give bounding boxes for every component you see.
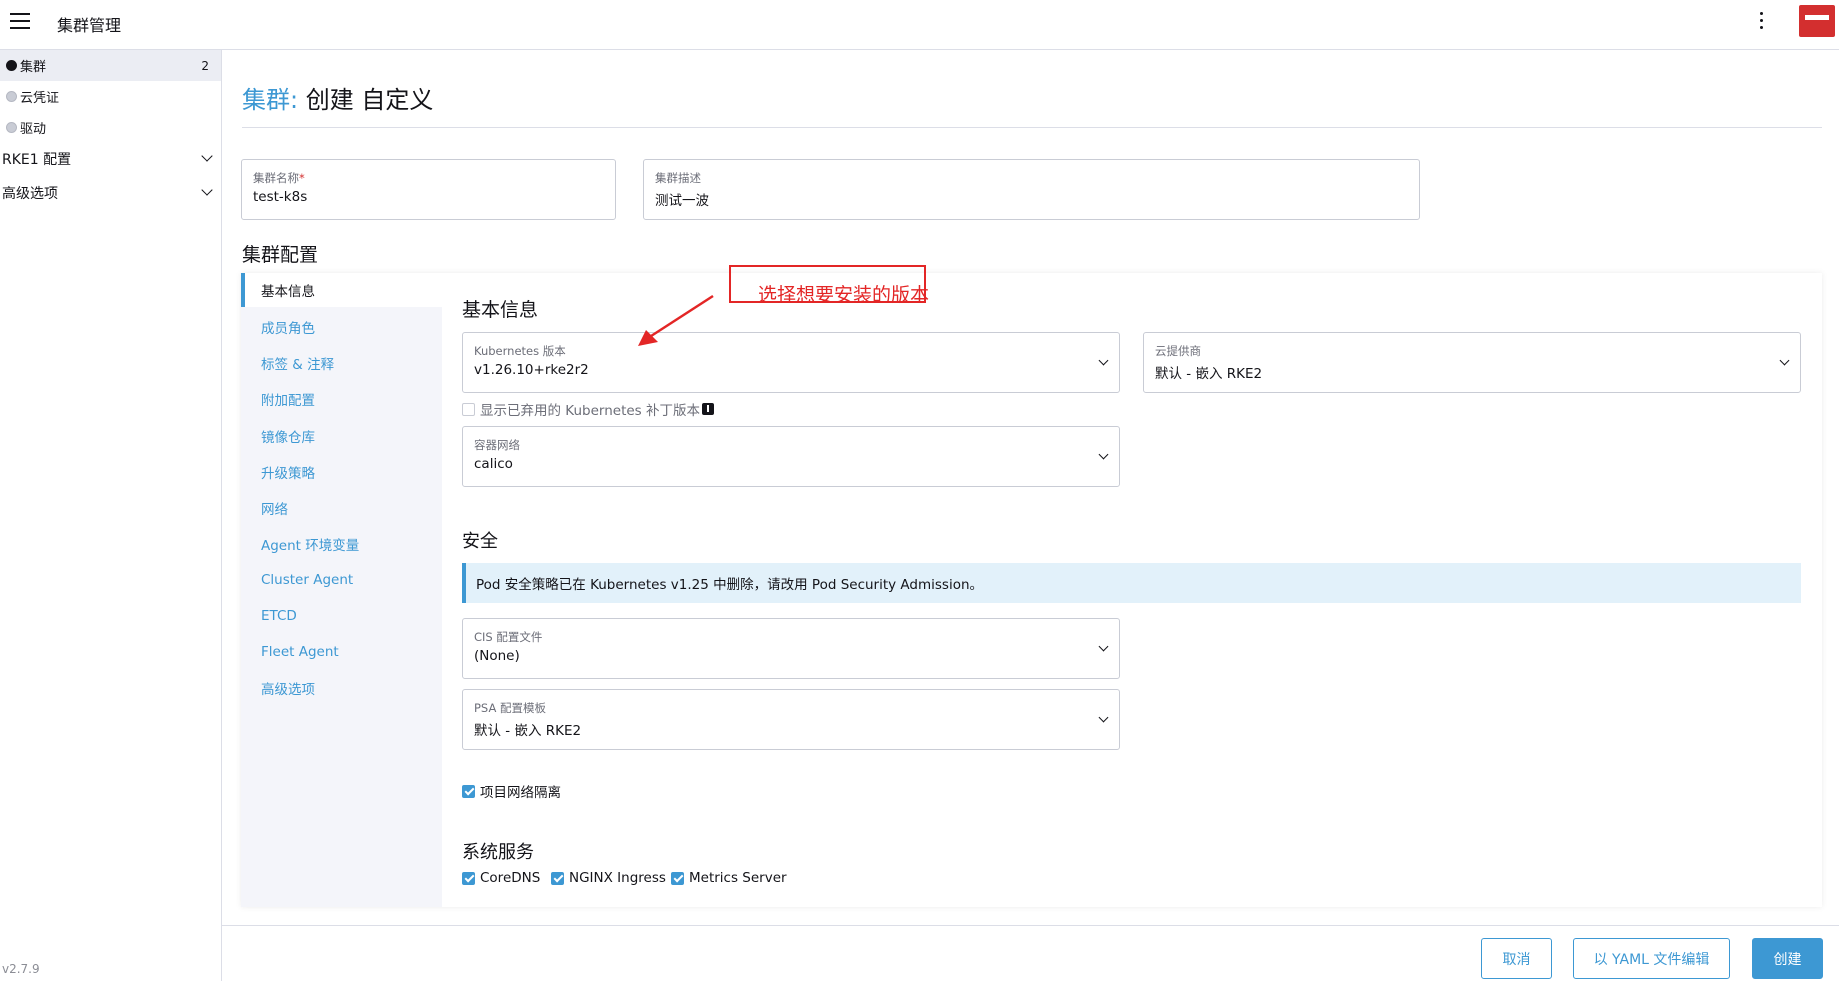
nginx-ingress-checkbox[interactable]: NGINX Ingress (551, 870, 666, 886)
footer-bar: 取消 以 YAML 文件编辑 创建 (222, 925, 1839, 981)
sidebar: 集群 2 云凭证 驱动 RKE1 配置 高级选项 v2.7.9 (0, 50, 222, 981)
chevron-down-icon (1098, 712, 1109, 723)
app-title: 集群管理 (57, 16, 122, 35)
tab-basic-info[interactable]: 基本信息 (241, 273, 442, 307)
globe-icon (6, 122, 17, 133)
sidebar-group-rke1[interactable]: RKE1 配置 (0, 143, 221, 175)
cluster-config-heading: 集群配置 (242, 244, 319, 266)
app-version: v2.7.9 (2, 962, 40, 976)
chevron-down-icon (201, 150, 213, 162)
tab-networking[interactable]: 网络 (241, 491, 442, 525)
create-button[interactable]: 创建 (1752, 938, 1823, 979)
coredns-checkbox[interactable]: CoreDNS (462, 870, 540, 886)
cis-profile-value: (None) (474, 648, 520, 664)
globe-icon (6, 91, 17, 102)
checkbox-label: NGINX Ingress (569, 870, 666, 886)
cluster-name-field[interactable]: 集群名称* test-k8s (241, 159, 616, 220)
checkbox-label: CoreDNS (480, 870, 541, 886)
annotation-text: 选择想要安装的版本 (758, 284, 930, 306)
tab-etcd[interactable]: ETCD (241, 599, 442, 633)
network-isolation-checkbox[interactable]: 项目网络隔离 (462, 781, 561, 801)
edit-as-yaml-button[interactable]: 以 YAML 文件编辑 (1573, 938, 1730, 979)
field-label: 云提供商 (1155, 344, 1201, 358)
sidebar-item-label: 云凭证 (20, 91, 60, 106)
field-label: CIS 配置文件 (474, 630, 543, 644)
cancel-button[interactable]: 取消 (1481, 938, 1552, 979)
sidebar-group-label: 高级选项 (2, 186, 58, 202)
tab-advanced[interactable]: 高级选项 (241, 671, 442, 705)
sidebar-group-label: RKE1 配置 (2, 152, 72, 168)
basic-info-heading: 基本信息 (462, 299, 539, 321)
chevron-down-icon (1098, 641, 1109, 652)
checkbox-checked[interactable] (462, 784, 475, 798)
sidebar-item-drivers[interactable]: 驱动 (0, 112, 221, 143)
kubernetes-version-select[interactable]: Kubernetes 版本 v1.26.10+rke2r2 (462, 332, 1120, 393)
top-header: 集群管理 (0, 0, 1839, 50)
container-network-value: calico (474, 456, 513, 472)
sidebar-group-advanced[interactable]: 高级选项 (0, 177, 221, 209)
psa-template-select[interactable]: PSA 配置模板 默认 - 嵌入 RKE2 (462, 689, 1120, 750)
field-label: 集群描述 (655, 171, 701, 185)
cluster-name-input[interactable]: test-k8s (253, 189, 307, 205)
tab-fleet-agent[interactable]: Fleet Agent (241, 635, 442, 669)
menu-icon[interactable] (10, 13, 32, 31)
field-label: 容器网络 (474, 438, 520, 452)
checkbox-label: 显示已弃用的 Kubernetes 补丁版本 (480, 403, 701, 419)
page-title-text: 创建 自定义 (305, 86, 434, 114)
cloud-provider-select[interactable]: 云提供商 默认 - 嵌入 RKE2 (1143, 332, 1801, 393)
chevron-down-icon (1779, 355, 1790, 366)
sidebar-item-label: 集群 (20, 60, 47, 75)
tab-cluster-agent[interactable]: Cluster Agent (241, 563, 442, 597)
kubernetes-version-value: v1.26.10+rke2r2 (474, 362, 589, 378)
more-options-icon[interactable] (1757, 12, 1765, 32)
cloud-provider-value: 默认 - 嵌入 RKE2 (1155, 366, 1263, 382)
metrics-server-checkbox[interactable]: Metrics Server (671, 870, 787, 886)
field-label: 集群名称* (253, 171, 305, 185)
psa-template-value: 默认 - 嵌入 RKE2 (474, 723, 582, 739)
checkbox-checked[interactable] (551, 871, 564, 885)
annotation-arrow-icon (638, 294, 714, 346)
globe-icon (6, 60, 17, 71)
checkbox-checked[interactable] (671, 871, 684, 885)
tab-upgrade-strategy[interactable]: 升级策略 (241, 455, 442, 489)
chevron-down-icon (201, 184, 213, 196)
tab-add-on-config[interactable]: 附加配置 (241, 382, 442, 416)
cluster-description-input[interactable]: 测试一波 (655, 189, 709, 209)
tab-registries[interactable]: 镜像仓库 (241, 419, 442, 453)
container-network-select[interactable]: 容器网络 calico (462, 426, 1120, 487)
tab-labels-annotations[interactable]: 标签 & 注释 (241, 346, 442, 380)
checkbox-label: Metrics Server (689, 870, 787, 886)
sidebar-item-label: 驱动 (20, 122, 47, 137)
cis-profile-select[interactable]: CIS 配置文件 (None) (462, 618, 1120, 679)
field-label: Kubernetes 版本 (474, 344, 566, 358)
divider (242, 127, 1822, 128)
tab-member-roles[interactable]: 成员角色 (241, 310, 442, 344)
field-label: PSA 配置模板 (474, 701, 546, 715)
show-deprecated-checkbox[interactable]: 显示已弃用的 Kubernetes 补丁版本 (462, 399, 715, 419)
sidebar-item-clusters[interactable]: 集群 2 (0, 50, 221, 81)
chevron-down-icon (1098, 355, 1109, 366)
avatar[interactable] (1799, 5, 1835, 37)
info-icon[interactable] (702, 403, 715, 415)
chevron-down-icon (1098, 449, 1109, 460)
system-services-heading: 系统服务 (462, 842, 534, 863)
checkbox-label: 项目网络隔离 (480, 785, 561, 801)
security-heading: 安全 (462, 531, 498, 552)
breadcrumb[interactable]: 集群: (242, 86, 298, 114)
checkbox-unchecked[interactable] (462, 402, 475, 416)
psp-info-banner: Pod 安全策略已在 Kubernetes v1.25 中删除，请改用 Pod … (462, 563, 1801, 603)
checkbox-checked[interactable] (462, 871, 475, 885)
page-title: 集群: 创建 自定义 (242, 80, 433, 115)
cluster-count: 2 (201, 58, 209, 73)
tab-agent-env-vars[interactable]: Agent 环境变量 (241, 527, 442, 561)
sidebar-item-cloud-credentials[interactable]: 云凭证 (0, 81, 221, 112)
cluster-description-field[interactable]: 集群描述 测试一波 (643, 159, 1420, 220)
